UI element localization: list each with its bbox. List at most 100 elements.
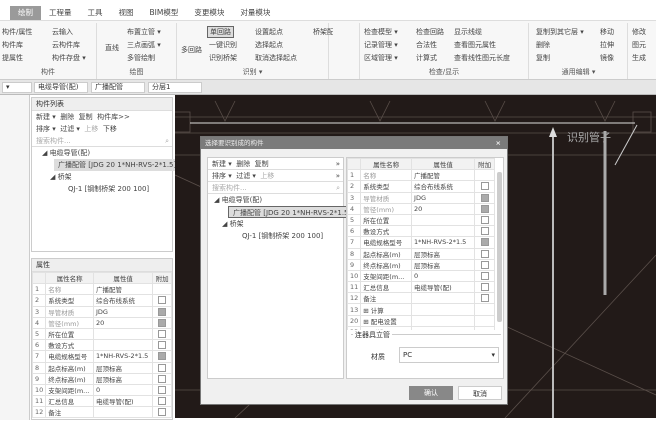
attach-checkbox[interactable] (158, 318, 167, 327)
table-row[interactable]: 6 敷设方式 (347, 225, 495, 238)
tree-item-selected[interactable]: 广播配管 [JDG 20 1*NH-RVS-2*1.5] (228, 206, 353, 218)
btn-records[interactable]: 记录管理 ▾ (364, 40, 398, 50)
attach-checkbox[interactable] (158, 374, 167, 383)
attach-checkbox[interactable] (480, 238, 489, 247)
table-row[interactable]: 1 名称 广播配管 (347, 169, 495, 182)
btn-modify[interactable]: 修改 (632, 27, 646, 37)
new-button[interactable]: 新建 ▾ (36, 113, 56, 121)
table-row[interactable]: 7 电缆规格型号 1*NH-RVS-2*1.5 (31, 350, 172, 363)
btn-cloud-input[interactable]: 云输入 (52, 27, 73, 37)
close-icon[interactable]: × (496, 137, 507, 149)
prop-group[interactable]: ⊞ 配电设置 (360, 314, 413, 327)
btn-multi-loop[interactable]: 多回路 (181, 45, 202, 55)
library-button[interactable]: 构件库>> (97, 113, 130, 121)
table-row[interactable]: 8 起点标高(m) 层顶标高 (347, 247, 495, 260)
prop-value[interactable]: JDG (411, 191, 476, 204)
attach-checkbox[interactable] (158, 330, 167, 339)
tab-bim[interactable]: BIM模型 (142, 6, 187, 20)
table-row[interactable]: 8 起点标高(m) 层顶标高 (31, 361, 172, 374)
btn-stretch[interactable]: 拉伸 (600, 40, 614, 50)
tab-draw[interactable]: 绘制 (10, 6, 41, 20)
prop-value[interactable]: 电缆导管(配) (92, 395, 154, 408)
prop-value[interactable]: JDG (92, 305, 154, 318)
table-row[interactable]: 10 支架间距(m... 0 (31, 383, 172, 397)
delete-button[interactable]: 删除 (236, 160, 250, 168)
tree-group[interactable]: ◢ 桥架 (208, 218, 343, 230)
scrollbar[interactable] (497, 172, 502, 322)
attach-checkbox[interactable] (480, 204, 489, 213)
prop-value[interactable]: 综合布线系统 (92, 294, 154, 307)
tab-view[interactable]: 视图 (111, 6, 142, 20)
prop-value[interactable]: 广播配管 (411, 169, 476, 182)
table-row[interactable]: 5 所在位置 (347, 213, 495, 227)
prop-value[interactable]: 1*NH-RVS-2*1.5 (92, 350, 154, 363)
tree-item[interactable]: QJ-1 [钢制桥架 200 100] (32, 183, 172, 195)
new-button[interactable]: 新建 ▾ (212, 160, 232, 168)
btn-element[interactable]: 图元 (632, 40, 646, 50)
table-row[interactable]: 10 支架间距(m... 0 (347, 269, 495, 283)
prop-value[interactable]: 层顶标高 (92, 372, 154, 385)
copy-button[interactable]: 复制 (255, 160, 269, 168)
btn-copy-layer[interactable]: 复制到其它层 ▾ (536, 27, 584, 37)
table-row[interactable]: 9 终点标高(m) 层顶标高 (347, 258, 495, 271)
btn-generate[interactable]: 生成 (632, 53, 646, 63)
btn-cancel-start[interactable]: 取消选择起点 (255, 53, 297, 63)
move-down-button[interactable]: 下移 (103, 125, 117, 133)
tree-item-selected[interactable]: 广播配管 [JDG 20 1*NH-RVS-2*1.5] (54, 159, 177, 171)
btn-riser[interactable]: 布置立管 ▾ (127, 27, 161, 37)
group-label[interactable]: 识别 ▾ (177, 67, 328, 77)
table-row[interactable]: 7 电缆规格型号 1*NH-RVS-2*1.5 (347, 236, 495, 249)
attach-checkbox[interactable] (158, 363, 167, 372)
table-row[interactable]: 11 汇总信息 电缆导管(配) (347, 281, 495, 294)
delete-button[interactable]: 删除 (60, 113, 74, 121)
btn-region[interactable]: 区域管理 ▾ (364, 53, 398, 63)
btn-component-lib[interactable]: 构件库 (2, 40, 23, 50)
dialog-search-input[interactable]: 搜索构件... ⌕ (208, 182, 343, 194)
attach-checkbox[interactable] (158, 352, 167, 361)
prop-value[interactable] (92, 406, 154, 419)
btn-delete[interactable]: 删除 (536, 40, 550, 50)
table-row[interactable]: 3 导管材质 JDG (31, 305, 172, 318)
table-row[interactable]: 1 名称 广播配管 (31, 283, 172, 296)
prop-value[interactable] (411, 292, 476, 305)
cancel-button[interactable]: 取消 (458, 386, 502, 400)
btn-view-length[interactable]: 查看线性图元长度 (454, 53, 510, 63)
group-label[interactable]: 通用编辑 ▾ (530, 67, 627, 77)
prop-value[interactable] (92, 327, 154, 341)
prop-value[interactable]: 20 (92, 316, 154, 329)
tree-group[interactable]: ◢ 电缆导管(配) (208, 194, 343, 206)
move-up-button[interactable]: 上移 (260, 172, 274, 180)
table-row[interactable]: 11 汇总信息 电缆导管(配) (31, 395, 172, 408)
tab-tools[interactable]: 工具 (80, 6, 111, 20)
attach-checkbox[interactable] (158, 408, 167, 417)
combo-layer[interactable]: 分层1 (148, 82, 202, 93)
table-row[interactable]: 4 管径(mm) 20 (31, 316, 172, 329)
sort-button[interactable]: 排序 ▾ (36, 125, 56, 133)
prop-group[interactable]: ⊞ 计算 (360, 303, 413, 316)
btn-formula[interactable]: 计算式 (416, 53, 437, 63)
btn-one-click[interactable]: 一键识别 (209, 40, 237, 50)
tree-group[interactable]: ◢ 电缆导管(配) (32, 147, 172, 159)
table-row-group[interactable]: 13 ⊞ 计算 (347, 303, 495, 316)
btn-tray-wiring[interactable]: 桥架配线 (313, 27, 333, 37)
btn-mirror[interactable]: 镜像 (600, 53, 614, 63)
btn-select-start[interactable]: 选择起点 (255, 40, 283, 50)
attach-checkbox[interactable] (480, 193, 489, 202)
combo-type[interactable]: 电缆导管(配) (34, 82, 88, 93)
more-icon[interactable]: » (336, 170, 343, 182)
table-row[interactable]: 12 备注 (347, 292, 495, 305)
btn-copy[interactable]: 复制 (536, 53, 550, 63)
prop-value[interactable]: 广播配管 (92, 283, 154, 296)
more-icon[interactable]: » (336, 158, 343, 170)
attach-checkbox[interactable] (480, 216, 489, 225)
table-row[interactable]: 9 终点标高(m) 层顶标高 (31, 372, 172, 385)
table-row[interactable]: 6 敷设方式 (31, 339, 172, 352)
attach-checkbox[interactable] (480, 294, 489, 303)
attach-checkbox[interactable] (158, 397, 167, 406)
tab-compare[interactable]: 对量模块 (232, 6, 278, 20)
tab-quantity[interactable]: 工程量 (41, 6, 80, 20)
prop-value[interactable]: 0 (411, 269, 476, 283)
prop-value[interactable] (411, 213, 476, 227)
prop-value[interactable]: 层顶标高 (411, 247, 476, 260)
copy-button[interactable]: 复制 (79, 113, 93, 121)
